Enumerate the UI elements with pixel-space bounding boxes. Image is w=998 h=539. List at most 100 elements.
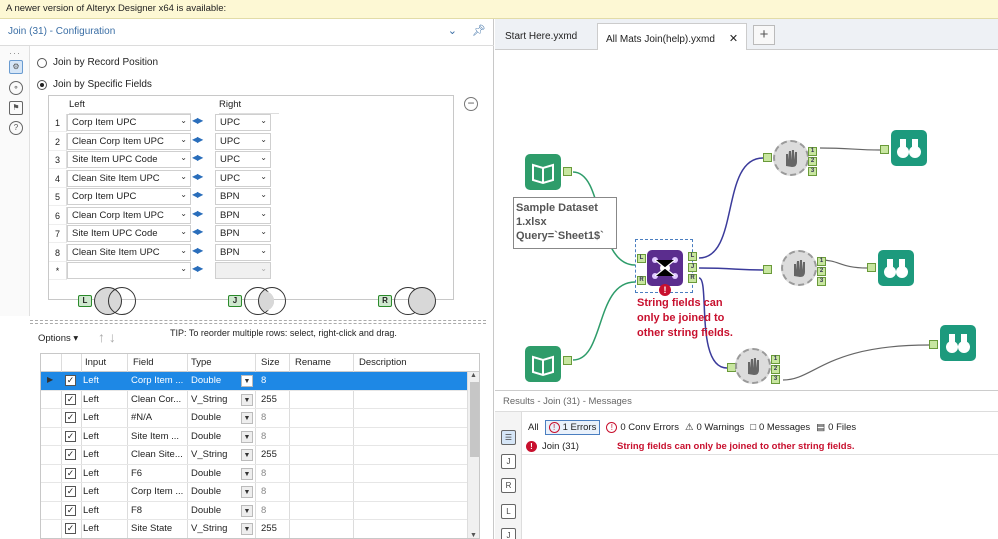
options-dropdown[interactable]: Options ▾	[38, 333, 78, 344]
table-scrollbar[interactable]: ▲ ▼	[467, 372, 479, 538]
filter-files[interactable]: ▤ 0 Files	[816, 422, 856, 433]
chevron-down-icon[interactable]: ▼	[241, 449, 253, 461]
chevron-down-icon[interactable]: ▼	[241, 486, 253, 498]
filter-input-anchor[interactable]	[763, 153, 772, 162]
filter-conv-errors[interactable]: ! 0 Conv Errors	[606, 421, 679, 433]
join-tool[interactable]	[647, 250, 683, 286]
left-output-icon[interactable]: L	[501, 504, 516, 519]
right-field-select[interactable]: UPC ⌄	[215, 132, 271, 150]
right-field-select[interactable]: BPN ⌄	[215, 188, 271, 205]
browse-tool-1[interactable]	[891, 130, 927, 166]
radio-record-position[interactable]: Join by Record Position	[37, 57, 158, 68]
right-output-icon[interactable]: R	[501, 478, 516, 493]
filter-warnings[interactable]: ⚠ 0 Warnings	[685, 422, 744, 433]
tag-icon[interactable]: ⚑	[9, 101, 23, 115]
left-field-select[interactable]: Site Item UPC Code ⌄	[67, 151, 191, 168]
left-field-select[interactable]: Corp Item UPC ⌄	[67, 114, 191, 131]
right-field-select[interactable]: UPC ⌄	[215, 169, 271, 187]
pin-icon[interactable]: 📌︎	[472, 25, 486, 37]
gear-icon[interactable]: ⚙	[9, 60, 23, 74]
close-icon[interactable]: ✕	[729, 33, 738, 45]
filter-anchor-1[interactable]: 1	[817, 257, 826, 266]
join-right-input-anchor[interactable]: R	[637, 276, 646, 285]
filter-errors[interactable]: ! 1 Errors	[544, 419, 601, 435]
help-icon[interactable]: ?	[9, 121, 23, 135]
chevron-down-icon[interactable]: ▼	[241, 430, 253, 443]
filter-anchor-3[interactable]: 3	[817, 277, 826, 286]
browse-tool-2[interactable]	[878, 250, 914, 286]
chevron-down-icon[interactable]: ⌄	[448, 25, 457, 37]
inner-join-venn[interactable]: J	[228, 286, 288, 316]
workflow-canvas[interactable]: Sample Dataset 1.xlsx Query=`Sheet1$` L …	[495, 50, 998, 384]
scroll-up-icon[interactable]: ▲	[470, 372, 477, 379]
table-row[interactable]: ✓ Left Clean Cor... V_String ▼ 255	[41, 391, 467, 409]
tab-start-here[interactable]: Start Here.yxmd	[497, 23, 585, 50]
join-join-output-anchor[interactable]: J	[688, 263, 697, 272]
left-field-select[interactable]: Corp Item UPC ⌄	[67, 188, 191, 205]
left-join-venn[interactable]: L	[78, 286, 138, 316]
left-field-select[interactable]: Clean Site Item UPC ⌄	[67, 243, 191, 261]
join-left-output-anchor[interactable]: L	[688, 252, 697, 261]
left-field-select[interactable]: Clean Site Item UPC ⌄	[67, 169, 191, 187]
radio-record-position-circle[interactable]	[37, 57, 47, 68]
browse-tool-3[interactable]	[940, 325, 976, 361]
output-anchor[interactable]	[563, 167, 572, 176]
results-message-row[interactable]: ! Join (31) String fields can only be jo…	[522, 439, 998, 455]
left-field-select[interactable]: Clean Corp Item UPC ⌄	[67, 206, 191, 224]
left-field-select[interactable]: Site Item UPC Code ⌄	[67, 225, 191, 242]
chevron-down-icon[interactable]: ▼	[241, 467, 253, 480]
checkbox[interactable]: ✓	[65, 393, 76, 405]
all-messages-icon[interactable]: ☰	[501, 430, 516, 445]
table-row[interactable]: ▶ ✓ Left Corp Item ... Double ▼ 8	[41, 372, 467, 391]
browse-input-anchor[interactable]	[880, 145, 889, 154]
table-row[interactable]: ✓ Left F8 Double ▼ 8	[41, 502, 467, 520]
left-field-select[interactable]: Clean Corp Item UPC ⌄	[67, 132, 191, 150]
table-row[interactable]: ✓ Left Corp Item ... Double ▼ 8	[41, 483, 467, 502]
move-up-down-icon[interactable]: ↑ ↓	[98, 329, 116, 345]
table-row[interactable]: ✓ Left F6 Double ▼ 8	[41, 465, 467, 483]
filter-anchor-2[interactable]: 2	[817, 267, 826, 276]
filter-anchor-2[interactable]: 2	[808, 157, 817, 166]
drag-handle-icon[interactable]: ···	[9, 48, 21, 58]
right-field-select[interactable]: ⌄	[215, 262, 271, 279]
chevron-down-icon[interactable]: ▼	[241, 504, 253, 517]
panel-splitter[interactable]	[30, 320, 486, 324]
tab-all-mats-join[interactable]: All Mats Join(help).yxmd ✕	[597, 23, 748, 50]
right-join-venn[interactable]: R	[378, 286, 438, 316]
checkbox[interactable]: ✓	[65, 375, 76, 386]
filter-input-anchor[interactable]	[763, 265, 772, 274]
filter-all[interactable]: All	[528, 422, 539, 433]
table-row[interactable]: ✓ Left Site State V_String ▼ 255	[41, 520, 467, 538]
radio-specific-fields-circle[interactable]	[37, 79, 47, 90]
right-field-select[interactable]: UPC ⌄	[215, 114, 271, 131]
right-field-select[interactable]: BPN ⌄	[215, 206, 271, 224]
filter-anchor-1[interactable]: 1	[808, 147, 817, 156]
output-anchor[interactable]	[563, 356, 572, 365]
filter-anchor-2[interactable]: 2	[771, 365, 780, 374]
chevron-down-icon[interactable]: ▼	[241, 393, 253, 406]
connection-progress-icon[interactable]: ⚬	[9, 81, 23, 95]
chevron-down-icon[interactable]: ▼	[241, 375, 253, 387]
table-row[interactable]: ✓ Left Site Item ... Double ▼ 8	[41, 428, 467, 446]
join-left-input-anchor[interactable]: L	[637, 254, 646, 263]
filter-anchor-3[interactable]: 3	[808, 167, 817, 176]
join-right-output-anchor[interactable]: R	[688, 274, 697, 283]
checkbox[interactable]: ✓	[65, 412, 76, 423]
checkbox[interactable]: ✓	[65, 430, 76, 442]
filter-tool-1[interactable]	[773, 140, 809, 176]
join-output-icon[interactable]: J	[501, 454, 516, 469]
input-data-tool-2[interactable]	[525, 346, 561, 382]
left-field-select[interactable]: ⌄	[67, 262, 191, 279]
add-tab-button[interactable]: +	[753, 25, 775, 45]
table-row[interactable]: ✓ Left #N/A Double ▼ 8	[41, 409, 467, 428]
chevron-down-icon[interactable]: ▼	[241, 523, 253, 535]
filter-anchor-3[interactable]: 3	[771, 375, 780, 384]
remove-row-icon[interactable]: −	[464, 97, 478, 111]
filter-tool-2[interactable]	[781, 250, 817, 286]
checkbox[interactable]: ✓	[65, 486, 76, 497]
scroll-down-icon[interactable]: ▼	[470, 532, 477, 538]
chevron-down-icon[interactable]: ▼	[241, 412, 253, 424]
update-notice-bar[interactable]: A newer version of Alteryx Designer x64 …	[0, 0, 998, 19]
checkbox[interactable]: ✓	[65, 449, 76, 460]
checkbox[interactable]: ✓	[65, 467, 76, 479]
